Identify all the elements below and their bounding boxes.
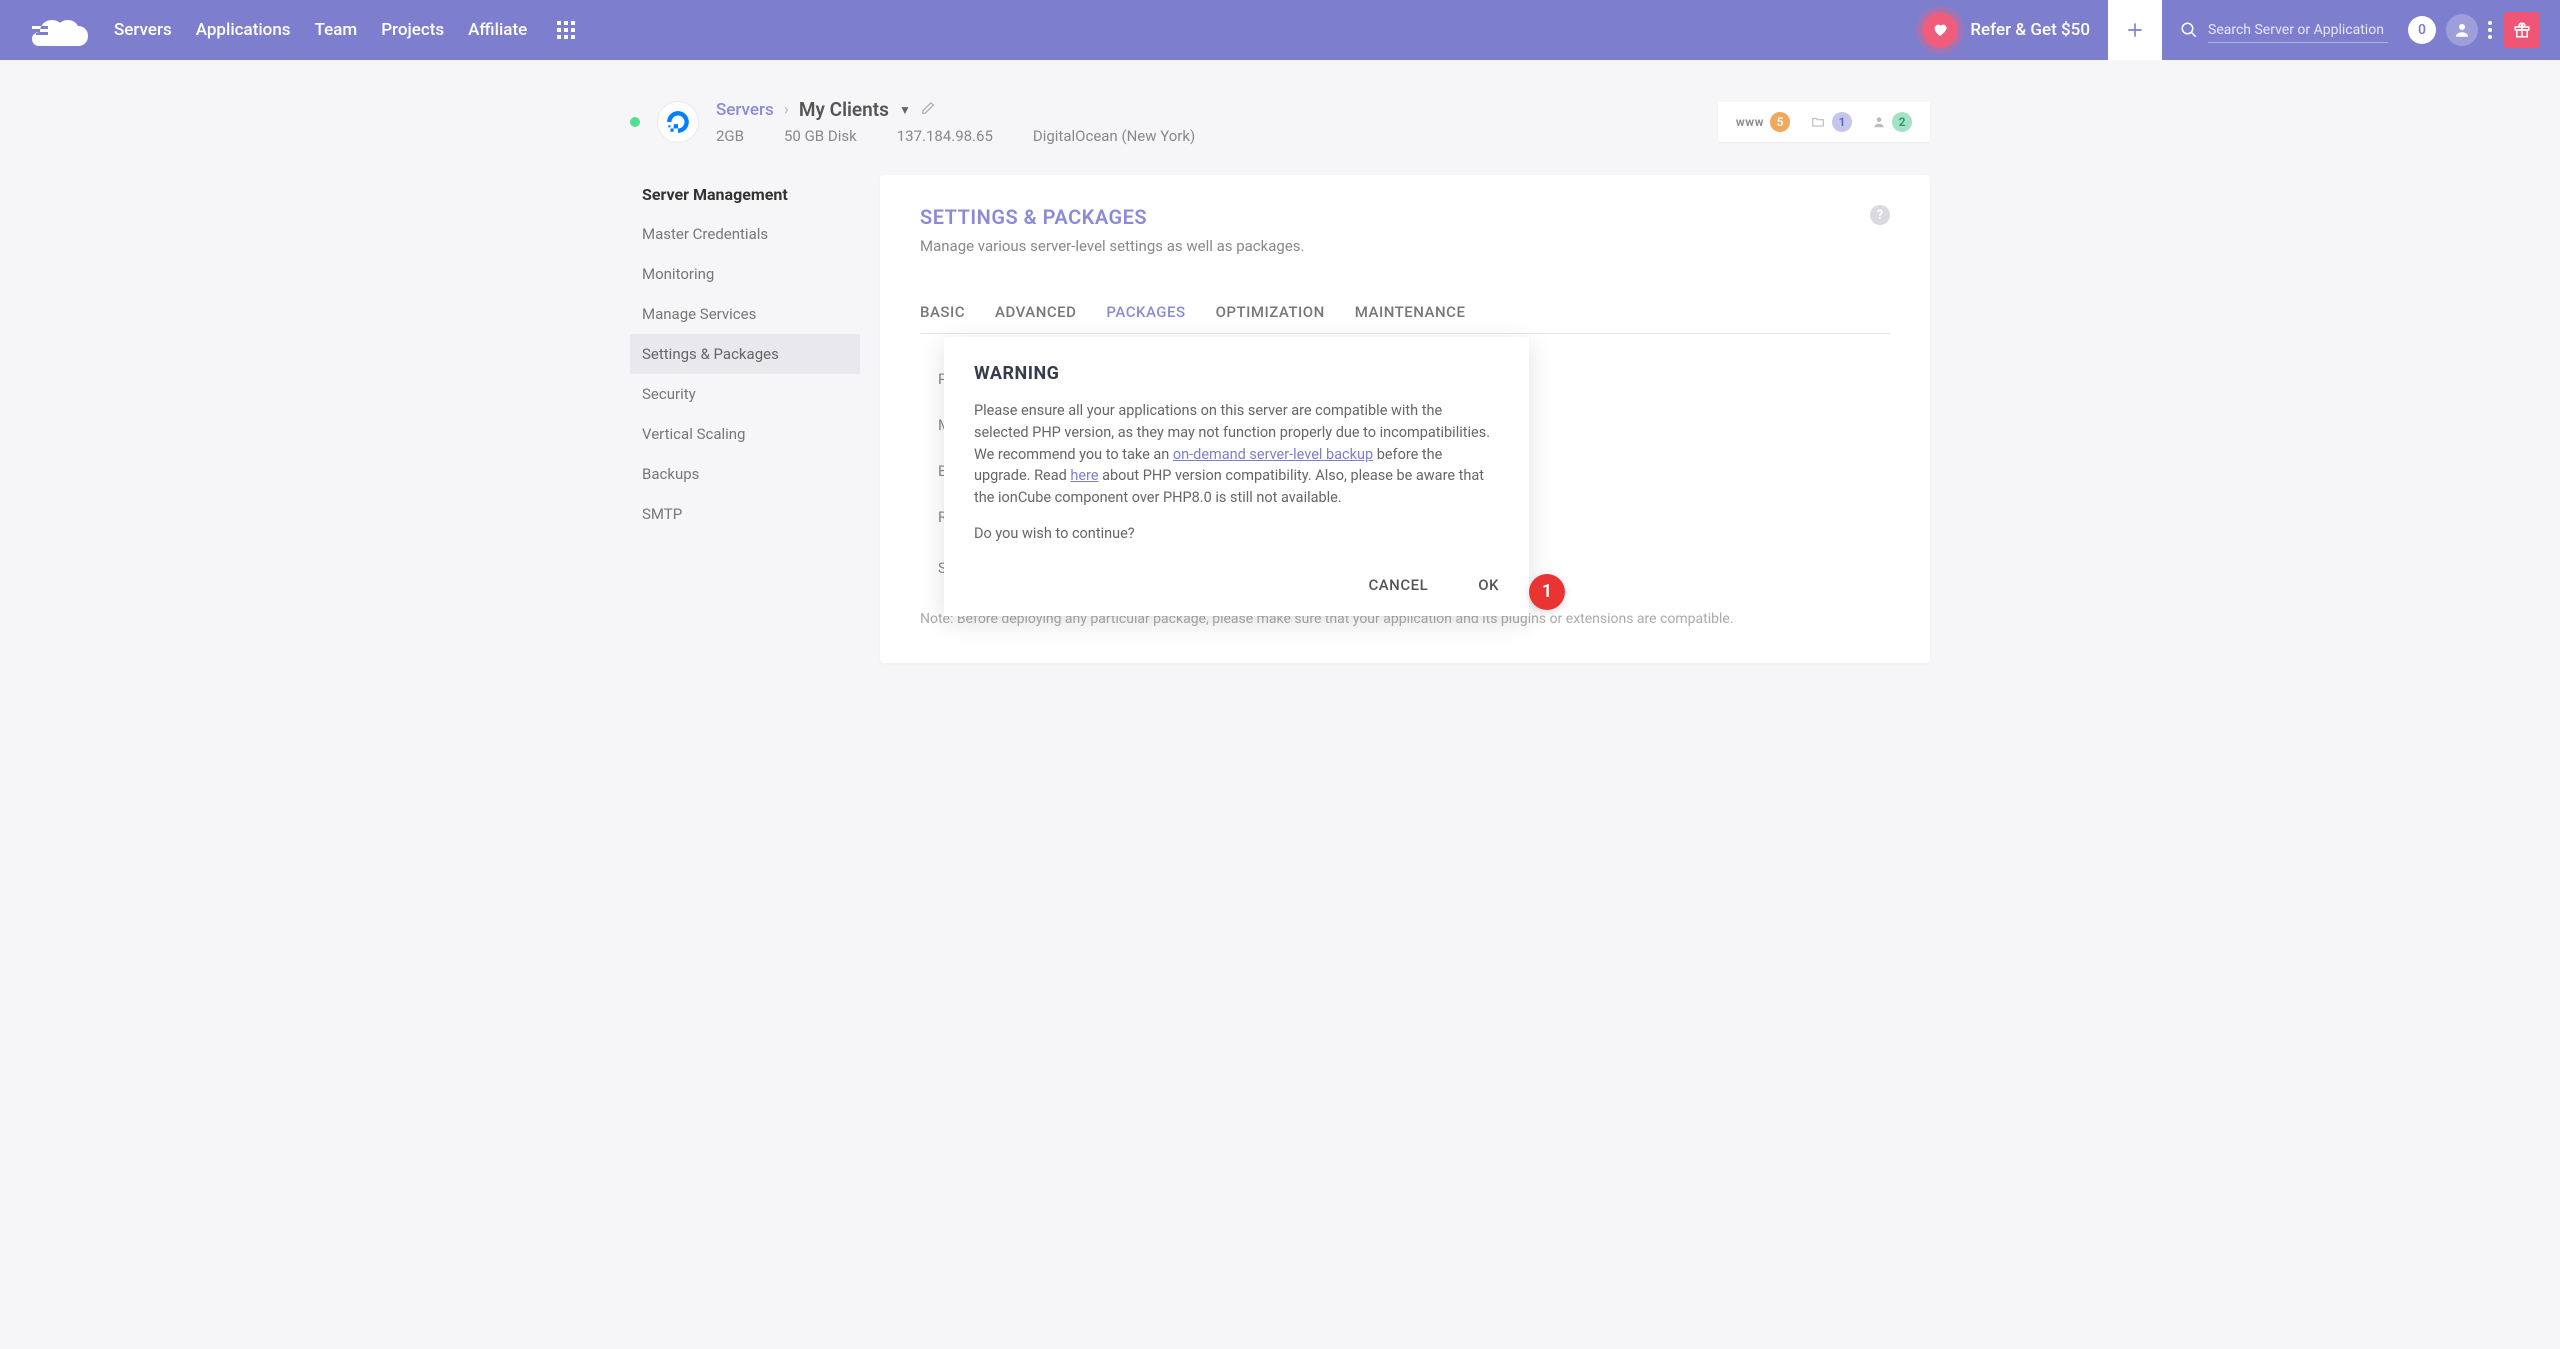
tab-optimization[interactable]: OPTIMIZATION xyxy=(1216,291,1325,333)
nav-link-team[interactable]: Team xyxy=(315,20,358,40)
sidebar-item-manage-services[interactable]: Manage Services xyxy=(630,294,860,334)
panel-title: SETTINGS & PACKAGES xyxy=(920,205,1147,229)
sidebar-item-backups[interactable]: Backups xyxy=(630,454,860,494)
panel-subtitle: Manage various server-level settings as … xyxy=(920,237,1890,255)
nav-link-applications[interactable]: Applications xyxy=(196,20,291,40)
heart-icon xyxy=(1922,12,1958,48)
apps-grid-icon[interactable] xyxy=(557,21,575,39)
sidebar: Server Management Master Credentials Mon… xyxy=(630,175,860,534)
topbar-right: Refer & Get $50 0 xyxy=(1922,0,2540,60)
server-meta: 2GB 50 GB Disk 137.184.98.65 DigitalOcea… xyxy=(716,127,1195,145)
sidebar-item-master-credentials[interactable]: Master Credentials xyxy=(630,214,860,254)
nav-link-projects[interactable]: Projects xyxy=(381,20,444,40)
sidebar-item-settings-packages[interactable]: Settings & Packages xyxy=(630,334,860,374)
search-block xyxy=(2162,18,2398,43)
add-button[interactable] xyxy=(2108,0,2162,60)
logo-icon[interactable] xyxy=(30,12,94,48)
tabs: BASIC ADVANCED PACKAGES OPTIMIZATION MAI… xyxy=(920,291,1890,334)
modal-title: WARNING xyxy=(974,363,1499,384)
stat-projects-count: 1 xyxy=(1832,112,1852,132)
sidebar-title: Server Management xyxy=(630,175,860,214)
help-icon[interactable]: ? xyxy=(1870,205,1890,225)
topbar: Servers Applications Team Projects Affil… xyxy=(0,0,2560,60)
refer-block[interactable]: Refer & Get $50 xyxy=(1922,12,2090,48)
modal-link-here[interactable]: here xyxy=(1070,467,1098,484)
server-name: My Clients xyxy=(799,98,889,121)
caret-down-icon[interactable]: ▼ xyxy=(899,103,911,117)
stat-www[interactable]: www 5 xyxy=(1736,112,1790,132)
sidebar-item-smtp[interactable]: SMTP xyxy=(630,494,860,534)
warning-modal: WARNING Please ensure all your applicati… xyxy=(944,337,1529,616)
stat-www-label: www xyxy=(1736,115,1764,129)
server-provider: DigitalOcean (New York) xyxy=(1033,127,1195,145)
search-icon xyxy=(2180,21,2198,39)
breadcrumb: Servers › My Clients ▼ 2GB 50 GB Disk 13… xyxy=(716,98,1195,145)
modal-actions: CANCEL OK xyxy=(974,576,1499,594)
nav-links: Servers Applications Team Projects Affil… xyxy=(114,20,527,40)
breadcrumb-servers-link[interactable]: Servers xyxy=(716,100,774,120)
stat-www-count: 5 xyxy=(1770,112,1790,132)
nav-link-affiliate[interactable]: Affiliate xyxy=(468,20,527,40)
user-icon xyxy=(1872,115,1886,129)
stat-projects[interactable]: 1 xyxy=(1810,112,1852,132)
sidebar-item-security[interactable]: Security xyxy=(630,374,860,414)
tab-packages[interactable]: PACKAGES xyxy=(1106,291,1185,333)
modal-link-backup[interactable]: on-demand server-level backup xyxy=(1173,446,1373,463)
tab-advanced[interactable]: ADVANCED xyxy=(995,291,1076,333)
server-ram: 2GB xyxy=(716,127,744,145)
server-header: Servers › My Clients ▼ 2GB 50 GB Disk 13… xyxy=(630,60,1930,175)
cancel-button[interactable]: CANCEL xyxy=(1368,576,1428,594)
main-panel: SETTINGS & PACKAGES ? Manage various ser… xyxy=(880,175,1930,663)
status-dot-icon xyxy=(630,117,640,127)
server-disk: 50 GB Disk xyxy=(784,127,857,145)
tab-basic[interactable]: BASIC xyxy=(920,291,965,333)
folder-icon xyxy=(1810,115,1826,129)
provider-icon xyxy=(658,102,698,142)
user-avatar-icon[interactable] xyxy=(2446,14,2478,46)
stat-users-count: 2 xyxy=(1892,112,1912,132)
edit-icon[interactable] xyxy=(921,100,935,120)
ok-button[interactable]: OK xyxy=(1478,576,1499,594)
step-marker: 1 xyxy=(1529,574,1565,610)
stats-box: www 5 1 2 xyxy=(1718,102,1930,142)
gift-button[interactable] xyxy=(2504,12,2540,48)
tab-maintenance[interactable]: MAINTENANCE xyxy=(1355,291,1466,333)
sidebar-item-vertical-scaling[interactable]: Vertical Scaling xyxy=(630,414,860,454)
chevron-right-icon: › xyxy=(784,100,789,120)
nav-link-servers[interactable]: Servers xyxy=(114,20,172,40)
sidebar-item-monitoring[interactable]: Monitoring xyxy=(630,254,860,294)
server-ip: 137.184.98.65 xyxy=(897,127,993,145)
notification-badge[interactable]: 0 xyxy=(2408,16,2436,44)
modal-text: Please ensure all your applications on t… xyxy=(974,400,1499,509)
modal-confirm-text: Do you wish to continue? xyxy=(974,525,1499,542)
search-input[interactable] xyxy=(2208,18,2388,43)
stat-users[interactable]: 2 xyxy=(1872,112,1912,132)
kebab-menu-icon[interactable] xyxy=(2488,21,2492,39)
refer-text: Refer & Get $50 xyxy=(1970,20,2090,40)
